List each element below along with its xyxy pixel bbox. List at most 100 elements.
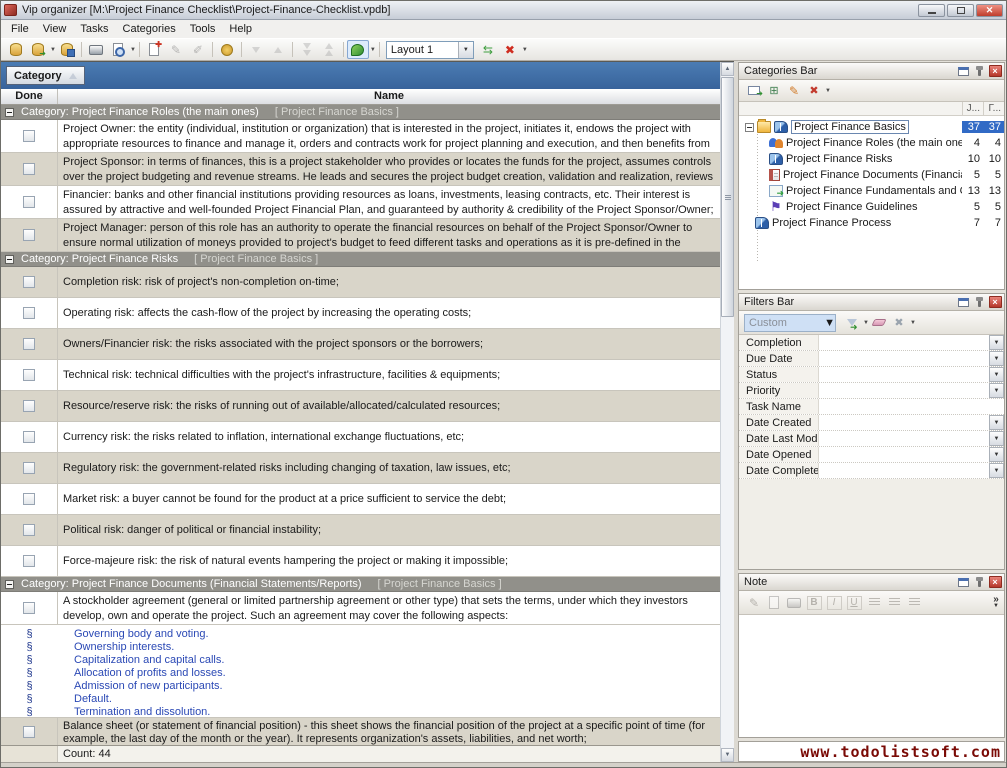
print-preview-dropdown[interactable]: ▼	[130, 47, 136, 53]
count-column-1[interactable]: J...	[962, 102, 983, 115]
bullet-line[interactable]: §Default.	[1, 692, 720, 705]
filters-toolbar-overflow[interactable]: ▼	[910, 320, 916, 326]
note-close-button[interactable]: ×	[988, 576, 1002, 589]
collapse-group-icon[interactable]	[5, 255, 14, 264]
collapse-tree-icon[interactable]	[745, 123, 754, 132]
filter-value-field[interactable]	[819, 367, 989, 382]
task-row[interactable]: Force-majeure risk: the risk of natural …	[1, 546, 720, 577]
combo-dropdown-icon[interactable]: ▼	[824, 317, 835, 329]
open-database-button[interactable]	[27, 40, 49, 59]
task-row[interactable]: Balance sheet (or statement of financial…	[1, 718, 720, 745]
combo-dropdown-icon[interactable]: ▼	[458, 42, 473, 58]
category-tree-item[interactable]: Project Finance Risks1010	[739, 151, 1004, 167]
duplicate-task-button[interactable]: ✐	[187, 40, 209, 59]
task-row[interactable]: Owners/Financier risk: the risks associa…	[1, 329, 720, 360]
print-preview-note-button[interactable]	[764, 594, 784, 612]
note-toolbar-overflow[interactable]: »▼	[993, 596, 999, 610]
task-checkbox[interactable]	[23, 726, 35, 738]
task-row[interactable]: Market risk: a buyer cannot be found for…	[1, 484, 720, 515]
filter-value-field[interactable]	[819, 463, 989, 478]
highlighter-dropdown[interactable]: ▼	[370, 47, 376, 53]
layout-combo[interactable]: Layout 1▼	[386, 41, 474, 59]
filter-dropdown-button[interactable]: ▼	[989, 367, 1004, 382]
highlighter-button[interactable]	[347, 40, 369, 59]
note-editor[interactable]	[739, 615, 1004, 737]
category-group-header[interactable]: Category: Project Finance Documents (Fin…	[1, 577, 720, 592]
column-header-done[interactable]: Done	[1, 89, 58, 104]
collapse-group-icon[interactable]	[5, 580, 14, 589]
align-center-button[interactable]	[884, 594, 904, 612]
edit-note-button[interactable]: ✎	[744, 594, 764, 612]
task-row[interactable]: Operating risk: affects the cash-flow of…	[1, 298, 720, 329]
clear-filter-button[interactable]	[869, 314, 889, 332]
task-row[interactable]: Political risk: danger of political or f…	[1, 515, 720, 546]
category-tree-item[interactable]: Project Finance Documents (Financial Sta…	[739, 167, 1004, 183]
task-row[interactable]: Project Sponsor: in terms of finances, t…	[1, 153, 720, 186]
task-checkbox[interactable]	[23, 338, 35, 350]
print-preview-button[interactable]	[107, 40, 129, 59]
scrollbar-thumb[interactable]	[721, 77, 734, 317]
column-header-name[interactable]: Name	[58, 89, 720, 104]
bold-button[interactable]: B	[804, 594, 824, 612]
task-checkbox[interactable]	[23, 369, 35, 381]
task-checkbox[interactable]	[23, 431, 35, 443]
collapse-group-icon[interactable]	[5, 108, 14, 117]
move-top-button[interactable]	[318, 40, 340, 59]
task-checkbox[interactable]	[23, 493, 35, 505]
filters-close-button[interactable]: ×	[988, 296, 1002, 309]
move-bottom-button[interactable]	[296, 40, 318, 59]
filter-value-field[interactable]	[819, 351, 989, 366]
task-checkbox[interactable]	[23, 130, 35, 142]
new-category-button[interactable]	[744, 82, 764, 100]
filter-value-field[interactable]	[819, 335, 989, 350]
delete-layout-button[interactable]: ✖	[499, 40, 521, 59]
note-maximize-button[interactable]	[956, 576, 970, 589]
filter-preset-combo[interactable]: Custom ▼	[744, 314, 836, 332]
bullet-line[interactable]: §Allocation of profits and losses.	[1, 666, 720, 679]
category-group-header[interactable]: Category: Project Finance Risks[ Project…	[1, 252, 720, 267]
categories-toolbar-overflow[interactable]: ▼	[825, 88, 831, 94]
delete-category-button[interactable]: ✖	[804, 82, 824, 100]
new-subcategory-button[interactable]: ⊞	[764, 82, 784, 100]
task-row[interactable]: Resource/reserve risk: the risks of runn…	[1, 391, 720, 422]
menu-tasks[interactable]: Tasks	[73, 21, 115, 37]
task-row[interactable]: Completion risk: risk of project's non-c…	[1, 267, 720, 298]
minimize-button[interactable]	[918, 4, 945, 17]
vertical-scrollbar[interactable]: ▲ ▼	[720, 62, 734, 762]
count-column-2[interactable]: Г...	[983, 102, 1004, 115]
bullet-list-button[interactable]	[904, 594, 924, 612]
filters-maximize-button[interactable]	[956, 296, 970, 309]
task-checkbox[interactable]	[23, 163, 35, 175]
close-button[interactable]: ✕	[976, 4, 1003, 17]
task-row[interactable]: Currency risk: the risks related to infl…	[1, 422, 720, 453]
delete-layout-dropdown[interactable]: ▼	[522, 47, 528, 53]
print-note-button[interactable]	[784, 594, 804, 612]
new-task-button[interactable]	[143, 40, 165, 59]
menu-view[interactable]: View	[36, 21, 74, 37]
filter-dropdown-button[interactable]: ▼	[989, 431, 1004, 446]
bullet-line[interactable]: §Governing body and voting.	[1, 627, 720, 640]
filter-value-field[interactable]	[819, 383, 989, 398]
categories-close-button[interactable]: ×	[988, 65, 1002, 78]
task-row[interactable]: Technical risk: technical difficulties w…	[1, 360, 720, 391]
category-tree-item[interactable]: Project Finance Fundamentals and Control…	[739, 183, 1004, 199]
task-row[interactable]: Project Owner: the entity (individual, i…	[1, 120, 720, 153]
task-row[interactable]: A stockholder agreement (general or limi…	[1, 592, 720, 625]
task-checkbox[interactable]	[23, 276, 35, 288]
task-row[interactable]: Financier: banks and other financial ins…	[1, 186, 720, 219]
apply-filter-button[interactable]	[842, 314, 862, 332]
task-checkbox[interactable]	[23, 555, 35, 567]
edit-task-button[interactable]: ✎	[165, 40, 187, 59]
category-tree-item[interactable]: Project Finance Basics3737	[739, 119, 1004, 135]
move-up-button[interactable]	[267, 40, 289, 59]
filter-value-field[interactable]	[819, 431, 989, 446]
group-by-category-button[interactable]: Category	[6, 66, 85, 85]
complete-task-button[interactable]	[216, 40, 238, 59]
bullet-line[interactable]: §Admission of new participants.	[1, 679, 720, 692]
task-row[interactable]: Project Manager: person of this role has…	[1, 219, 720, 252]
delete-filter-button[interactable]: ✖	[889, 314, 909, 332]
task-checkbox[interactable]	[23, 400, 35, 412]
print-button[interactable]	[85, 40, 107, 59]
task-checkbox[interactable]	[23, 524, 35, 536]
maximize-button[interactable]	[947, 4, 974, 17]
